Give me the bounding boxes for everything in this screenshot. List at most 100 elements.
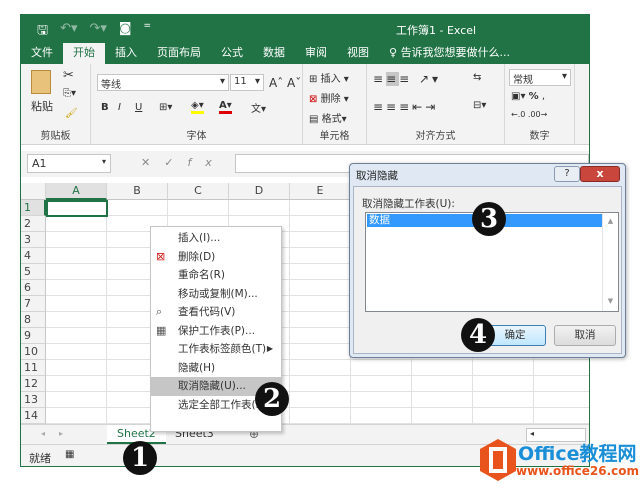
row-header[interactable]: 11 <box>21 360 46 376</box>
status-ready: 就绪 <box>29 452 51 465</box>
horizontal-align-icons[interactable]: ≡≡≡⇤⇥ <box>373 100 438 114</box>
fill-color-icon[interactable]: ◈▾ <box>191 100 204 114</box>
row-header[interactable]: 13 <box>21 392 46 408</box>
step-badge-1: 1 <box>123 441 157 475</box>
menu-item[interactable]: ⊠ 删除(D) <box>151 248 281 267</box>
phonetic-icon[interactable]: 文▾ <box>251 100 266 115</box>
delete-cells-button[interactable]: ⊠ 删除 ▾ <box>309 90 349 105</box>
formula-buttons: ✕✓fx <box>141 156 226 169</box>
close-button[interactable]: x <box>580 166 620 182</box>
tab-data[interactable]: 数据 <box>253 43 295 64</box>
font-name-select[interactable]: 等线 ▾ <box>97 74 229 91</box>
menu-item[interactable]: 工作表标签颜色(T) ▶ <box>151 340 281 359</box>
help-button[interactable]: ? <box>554 166 580 182</box>
watermark-logo: Office教程网 www.office26.com <box>478 437 640 487</box>
undo-icon[interactable]: ↶▾ <box>60 21 77 43</box>
row-header[interactable]: 8 <box>21 312 46 328</box>
row-header[interactable]: 2 <box>21 216 46 232</box>
tab-insert[interactable]: 插入 <box>105 43 147 64</box>
font-size-select[interactable]: 11 ▾ <box>230 74 264 91</box>
dialog-title: 取消隐藏 <box>356 170 398 182</box>
decimal-icons[interactable]: ←.0 .00→ <box>511 110 547 119</box>
row-header[interactable]: 7 <box>21 296 46 312</box>
borders-icon[interactable]: ⊞▾ <box>159 102 172 113</box>
wrap-text-icon[interactable]: ⇆ <box>473 72 481 83</box>
column-header[interactable]: B <box>107 183 168 200</box>
group-cells: ⊞ 插入 ▾ ⊠ 删除 ▾ ▤ 格式▾ 单元格 <box>303 64 367 145</box>
cut-icon[interactable]: ✂ <box>63 68 74 83</box>
watermark-url: www.office26.com <box>516 464 640 478</box>
column-header[interactable]: A <box>46 183 107 200</box>
group-label: 剪贴板 <box>40 131 71 142</box>
group-label: 单元格 <box>319 131 350 142</box>
sheet-nav-arrows[interactable]: ◂▸ <box>41 429 77 438</box>
column-header[interactable]: E <box>290 183 351 200</box>
group-label: 字体 <box>186 131 207 142</box>
group-number: 常规 ▾ ▣▾ % , ←.0 .00→ 数字 <box>505 64 575 145</box>
menu-item-label: 插入(I)... <box>178 232 221 244</box>
font-color-icon[interactable]: A▾ <box>219 100 232 114</box>
menu-item[interactable]: ⌕ 查看代码(V) <box>151 303 281 322</box>
insert-cells-icon: ⊞ <box>309 74 318 85</box>
group-clipboard: 粘贴 ✂ ⎘▾ 🖌 剪贴板 <box>21 64 91 145</box>
select-all-corner[interactable] <box>21 183 46 200</box>
merge-center-icon[interactable]: ⊟▾ <box>473 100 486 111</box>
tab-view[interactable]: 视图 <box>337 43 379 64</box>
tab-home[interactable]: 开始 <box>63 43 105 64</box>
camera-icon[interactable]: ◙ <box>119 21 132 43</box>
vertical-align-icons[interactable]: ≡≡≡ ↗▾ <box>373 72 441 86</box>
protect-sheet-icon: ▦ <box>156 323 167 337</box>
column-header[interactable]: D <box>229 183 290 200</box>
row-header[interactable]: 5 <box>21 264 46 280</box>
row-header[interactable]: 12 <box>21 376 46 392</box>
cancel-button[interactable]: 取消 <box>554 325 616 346</box>
column-header[interactable]: C <box>168 183 229 200</box>
tab-formulas[interactable]: 公式 <box>211 43 253 64</box>
insert-cells-button[interactable]: ⊞ 插入 ▾ <box>309 70 349 85</box>
customize-qat-icon[interactable]: = <box>144 21 152 43</box>
number-format-select[interactable]: 常规 ▾ <box>509 69 571 86</box>
paste-button[interactable]: 粘贴 <box>31 98 53 114</box>
menu-item-label: 选定全部工作表(S) <box>178 398 267 411</box>
menu-item[interactable]: 隐藏(H) <box>151 359 281 378</box>
group-label: 数字 <box>529 131 550 142</box>
row-header[interactable]: 4 <box>21 248 46 264</box>
paste-icon[interactable] <box>31 70 51 94</box>
grow-font-icon[interactable]: Aˆ Aˇ <box>269 76 301 90</box>
list-scrollbar[interactable]: ▲ ▼ <box>602 213 618 311</box>
copy-icon[interactable]: ⎘▾ <box>63 88 76 99</box>
row-header[interactable]: 9 <box>21 328 46 344</box>
tell-me-search[interactable]: ♀ 告诉我您想要做什么... <box>379 43 520 64</box>
bold-button[interactable]: B <box>101 102 109 113</box>
macro-record-icon[interactable]: ▦ <box>65 449 74 460</box>
office-logo-icon <box>480 439 516 481</box>
row-gridline <box>46 375 589 376</box>
row-header[interactable]: 10 <box>21 344 46 360</box>
menu-item[interactable]: ▦ 保护工作表(P)... <box>151 322 281 341</box>
row-header[interactable]: 14 <box>21 408 46 424</box>
redo-icon[interactable]: ↷▾ <box>90 21 107 43</box>
menu-item[interactable]: 移动或复制(M)... <box>151 285 281 304</box>
underline-button[interactable]: U <box>135 102 142 113</box>
row-header[interactable]: 6 <box>21 280 46 296</box>
tab-file[interactable]: 文件 <box>21 43 63 64</box>
format-painter-icon[interactable]: 🖌 <box>65 108 78 119</box>
name-box[interactable]: A1 ▾ <box>27 154 111 173</box>
group-label: 对齐方式 <box>415 131 456 142</box>
window-title: 工作簿1 - Excel <box>396 24 477 37</box>
ribbon-tabs: 文件 开始 插入 页面布局 公式 数据 审阅 视图 ♀ 告诉我您想要做什么... <box>21 43 589 64</box>
tab-review[interactable]: 审阅 <box>295 43 337 64</box>
tab-page-layout[interactable]: 页面布局 <box>147 43 211 64</box>
submenu-arrow-icon: ▶ <box>266 344 273 353</box>
row-gridline <box>46 407 589 408</box>
enter-icon: ✓ <box>164 156 188 169</box>
save-icon[interactable]: 🖫 <box>37 21 48 43</box>
selected-cell-a1[interactable] <box>46 200 108 217</box>
accounting-format-icon[interactable]: ▣▾ % , <box>511 91 545 102</box>
menu-item[interactable]: 插入(I)... <box>151 229 281 248</box>
italic-button[interactable]: I <box>118 102 121 113</box>
menu-item[interactable]: 重命名(R) <box>151 266 281 285</box>
row-header[interactable]: 1 <box>21 200 46 216</box>
format-cells-button[interactable]: ▤ 格式▾ <box>309 110 347 125</box>
row-header[interactable]: 3 <box>21 232 46 248</box>
